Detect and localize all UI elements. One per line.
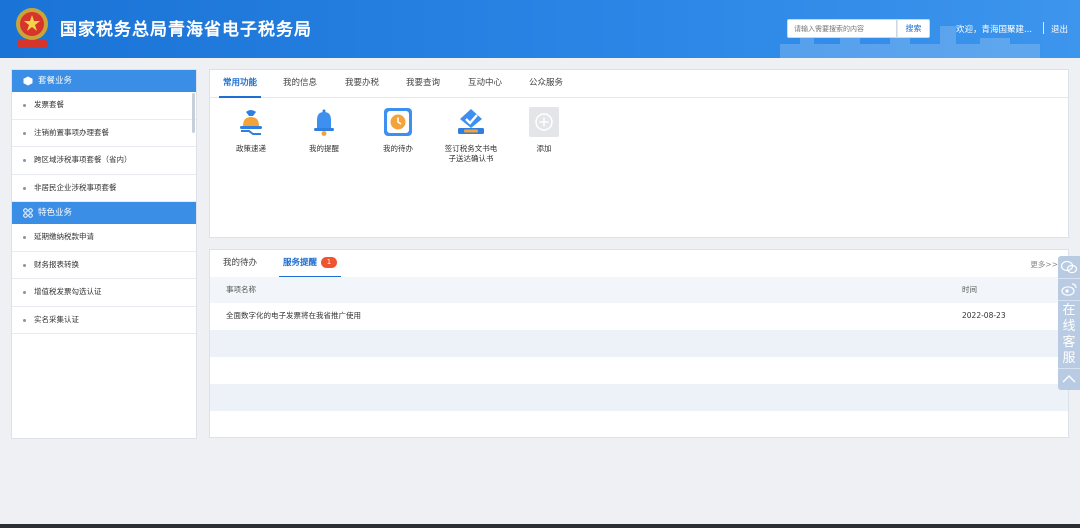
tab-public-service[interactable]: 公众服务 xyxy=(529,70,563,97)
func-label: 添加 xyxy=(536,144,552,153)
row-title[interactable]: 全面数字化的电子发票将在我省推广使用 xyxy=(226,303,361,329)
tab-my-info[interactable]: 我的信息 xyxy=(283,70,317,97)
policy-bell-icon xyxy=(240,110,262,135)
site-title: 国家税务总局青海省电子税务局 xyxy=(60,20,312,40)
table-row-empty xyxy=(210,357,1068,384)
sidebar-item-nonresident-package[interactable]: 非居民企业涉税事项套餐 xyxy=(12,175,196,202)
weibo-icon xyxy=(1061,283,1077,296)
top-header: 国家税务总局青海省电子税务局 搜索 欢迎，青海国聚建... 退出 xyxy=(0,0,1080,58)
weibo-button[interactable] xyxy=(1058,278,1080,301)
online-service-label: 在线客服 xyxy=(1062,303,1076,366)
func-label: 我的提醒 xyxy=(309,144,339,153)
func-my-reminder[interactable]: 我的提醒 xyxy=(289,106,359,154)
func-policy-express[interactable]: 政策速递 xyxy=(216,106,286,154)
func-sign-document[interactable]: 签订税务文书电子送达确认书 xyxy=(436,106,506,164)
online-service-button[interactable]: 在线客服 xyxy=(1058,300,1080,369)
table-header: 事项名称 时间 xyxy=(210,277,1068,303)
sidebar-section-title: 特色业务 xyxy=(38,208,73,218)
func-add[interactable]: 添加 xyxy=(509,106,579,154)
sidebar-section-special[interactable]: 特色业务 xyxy=(12,202,196,224)
search-button[interactable]: 搜索 xyxy=(897,19,930,38)
sidebar-item-cross-region-package[interactable]: 跨区域涉税事项套餐（省内） xyxy=(12,147,196,175)
wechat-icon xyxy=(1060,260,1078,274)
floating-service-bar: 在线客服 xyxy=(1058,256,1080,390)
tab-interaction[interactable]: 互动中心 xyxy=(468,70,502,97)
sidebar-section-package[interactable]: 套餐业务 xyxy=(12,70,196,92)
more-link[interactable]: 更多>> xyxy=(1030,259,1058,270)
header-divider xyxy=(1043,22,1044,34)
sidebar-scrollbar[interactable] xyxy=(192,93,195,133)
table-row-empty xyxy=(210,330,1068,357)
sidebar-item-deregistration-package[interactable]: 注销前置事项办理套餐 xyxy=(12,120,196,147)
tax-emblem-logo xyxy=(16,8,48,48)
column-header-name: 事项名称 xyxy=(226,285,256,294)
notices-panel: 我的待办 服务提醒 1 更多>> 事项名称 时间 全面数字化的电子发票将在我省推广… xyxy=(209,249,1069,438)
func-my-todo[interactable]: 我的待办 xyxy=(363,106,433,154)
sidebar-item-real-name[interactable]: 实名采集认证 xyxy=(12,307,196,334)
sidebar-item-invoice-package[interactable]: 发票套餐 xyxy=(12,92,196,120)
back-to-top-icon xyxy=(1062,375,1076,383)
sign-document-icon xyxy=(458,109,484,134)
tab-query[interactable]: 我要查询 xyxy=(406,70,440,97)
clock-icon xyxy=(384,108,412,136)
sidebar-item-deferred-payment[interactable]: 延期缴纳税款申请 xyxy=(12,224,196,252)
welcome-user-link[interactable]: 欢迎，青海国聚建... xyxy=(956,23,1032,35)
tab-tax-handling[interactable]: 我要办税 xyxy=(345,70,379,97)
wechat-button[interactable] xyxy=(1058,256,1080,279)
logout-link[interactable]: 退出 xyxy=(1051,23,1068,35)
sidebar: 套餐业务 发票套餐 注销前置事项办理套餐 跨区域涉税事项套餐（省内） 非居民企业… xyxy=(11,69,197,439)
func-label: 我的待办 xyxy=(383,144,413,153)
tab-label: 服务提醒 xyxy=(283,258,318,268)
tab-service-reminder[interactable]: 服务提醒 1 xyxy=(278,250,342,278)
row-time: 2022-08-23 xyxy=(962,311,1006,320)
func-label: 政策速递 xyxy=(236,144,266,153)
sidebar-item-financial-report[interactable]: 财务报表转换 xyxy=(12,252,196,279)
table-row[interactable]: 全面数字化的电子发票将在我省推广使用 2022-08-23 xyxy=(210,303,1068,330)
sidebar-section-title: 套餐业务 xyxy=(38,76,73,86)
back-to-top-button[interactable] xyxy=(1058,368,1080,390)
sidebar-item-vat-invoice[interactable]: 增值税发票勾选认证 xyxy=(12,279,196,307)
plus-icon xyxy=(529,107,559,137)
tab-my-todo[interactable]: 我的待办 xyxy=(223,250,257,277)
functions-panel: 常用功能 我的信息 我要办税 我要查询 互动中心 公众服务 政策速递 我的提醒 xyxy=(209,69,1069,238)
search-input[interactable] xyxy=(787,19,897,38)
grid-icon xyxy=(23,208,33,218)
functions-tabs: 常用功能 我的信息 我要办税 我要查询 互动中心 公众服务 xyxy=(210,70,1068,98)
notices-tabs: 我的待办 服务提醒 1 更多>> xyxy=(210,250,1068,278)
cube-icon xyxy=(23,76,33,86)
table-row-empty xyxy=(210,384,1068,411)
column-header-time: 时间 xyxy=(962,285,977,294)
reminder-bell-icon xyxy=(314,109,334,136)
bottom-taskbar xyxy=(0,524,1080,528)
tab-common-functions[interactable]: 常用功能 xyxy=(218,70,262,98)
count-badge: 1 xyxy=(321,257,338,268)
func-label: 签订税务文书电子送达确认书 xyxy=(444,144,498,163)
